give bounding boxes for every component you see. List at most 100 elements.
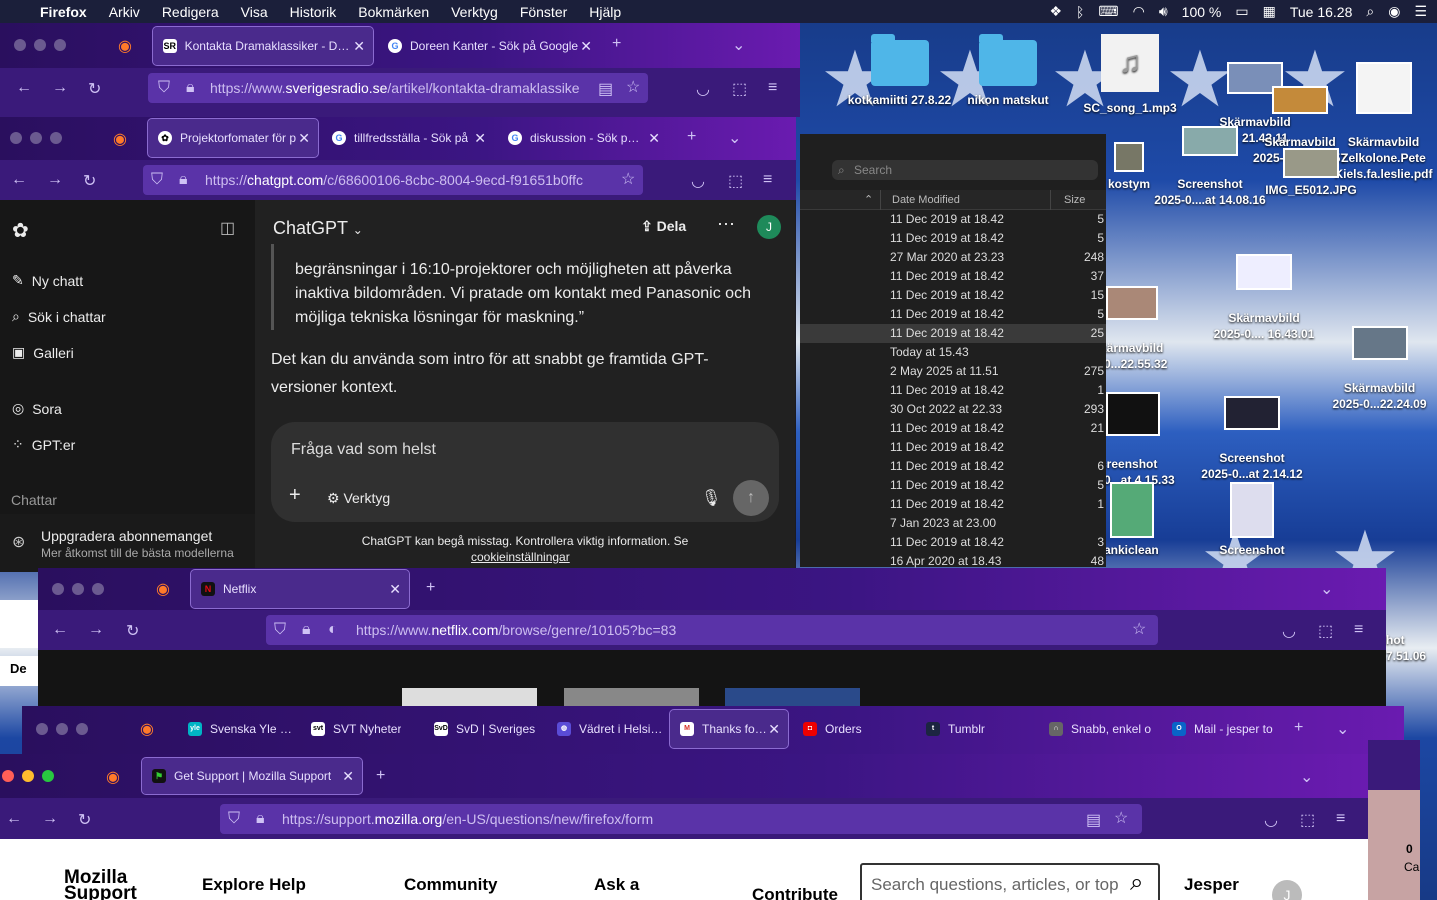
tab-item[interactable]: svt SVT Nyheter [301, 710, 419, 748]
model-selector[interactable]: ChatGPT ⌄ [273, 218, 363, 239]
reload-icon[interactable]: ↻ [78, 810, 91, 830]
permissions-icon[interactable]: ◐ [328, 621, 338, 639]
sidebar-sora[interactable]: ◎ Sora [12, 400, 62, 417]
finder-row[interactable]: 11 Dec 2019 at 18.42 6 [800, 457, 1106, 476]
extensions-icon[interactable]: ⬚ [728, 171, 743, 191]
desktop-icon-screenshot[interactable]: Skärmavbild 2025-0.... 16.43.01 [1204, 238, 1324, 358]
finder-row[interactable]: 30 Oct 2022 at 22.33 293 [800, 400, 1106, 419]
tab-mozilla-support[interactable]: ⚑ Get Support | Mozilla Support ✕ [141, 757, 363, 795]
desktop-icon-folder[interactable]: kotkamiitti 27.8.22 [842, 34, 957, 108]
user-name[interactable]: Jesper [1184, 875, 1239, 895]
back-icon[interactable]: ← [11, 171, 27, 189]
desktop-icon-image[interactable]: ankiclean [1104, 482, 1164, 558]
pocket-icon[interactable]: ◡ [1264, 810, 1278, 830]
tab-google[interactable]: G Doreen Kanter - Sök på Google ✕ [378, 27, 600, 65]
prompt-input[interactable]: Fråga vad som helst [291, 441, 436, 459]
extensions-icon[interactable]: ⬚ [732, 79, 747, 99]
finder-row[interactable]: 11 Dec 2019 at 18.42 21 [800, 419, 1106, 438]
sort-chevron-icon[interactable]: ⌃ [864, 190, 873, 210]
menu-item-arkiv[interactable]: Arkiv [109, 4, 140, 20]
pocket-icon[interactable]: ◡ [691, 171, 705, 191]
finder-row[interactable]: 11 Dec 2019 at 18.42 15 [800, 286, 1106, 305]
column-size[interactable]: Size [1064, 190, 1085, 210]
finder-row[interactable]: 11 Dec 2019 at 18.42 37 [800, 267, 1106, 286]
minimize-window-button[interactable] [22, 770, 34, 782]
desktop-icon-screenshot[interactable]: Screenshot [1212, 482, 1292, 558]
reader-view-icon[interactable]: ▤ [598, 79, 613, 99]
lock-icon[interactable]: 🔒︎ [186, 79, 195, 97]
close-tab-icon[interactable]: ✕ [768, 721, 780, 738]
window-controls[interactable] [14, 39, 66, 51]
sidebar-toggle-icon[interactable]: ◫ [220, 218, 235, 238]
extensions-icon[interactable]: ⬚ [1318, 621, 1333, 641]
tab-google-search[interactable]: G diskussion - Sök på G ✕ [498, 119, 668, 157]
battery-percent[interactable]: 100 % [1182, 4, 1222, 20]
tab-item[interactable]: ◍ Vädret i Helsing [547, 710, 665, 748]
list-tabs-icon[interactable]: ⌄ [732, 35, 745, 55]
desktop-icon-folder[interactable]: nikon matskut [958, 34, 1058, 108]
menu-item-verktyg[interactable]: Verktyg [451, 4, 498, 20]
menu-icon[interactable]: ≡ [1354, 621, 1363, 639]
extensions-icon[interactable]: ⬚ [1300, 810, 1315, 830]
close-tab-icon[interactable]: ✕ [342, 768, 354, 785]
sidebar-new-chat[interactable]: ✎ Ny chatt [12, 272, 83, 289]
tools-button[interactable]: ⚙ Verktyg [327, 490, 390, 507]
finder-row[interactable]: Today at 15.43 [800, 343, 1106, 362]
sidebar-search-chats[interactable]: ⌕ Sök i chattar [12, 308, 106, 325]
zoom-window-button[interactable] [42, 770, 54, 782]
pocket-icon[interactable]: ◡ [1282, 621, 1296, 641]
menu-item-redigera[interactable]: Redigera [162, 4, 219, 20]
keyboard-icon[interactable]: ⌨ [1098, 3, 1118, 20]
tab-item[interactable]: SvD SvD | Sveriges [424, 710, 542, 748]
pocket-icon[interactable]: ◡ [696, 79, 710, 99]
microphone-icon[interactable]: 🎙︎ [701, 488, 721, 508]
search-icon[interactable]: ⌕ [1130, 869, 1143, 897]
menu-icon[interactable]: ≡ [1336, 810, 1345, 828]
back-icon[interactable]: ← [16, 79, 32, 97]
close-window-button[interactable] [2, 770, 14, 782]
menu-icon[interactable]: ≡ [763, 171, 772, 189]
list-tabs-icon[interactable]: ⌄ [1300, 767, 1313, 787]
reload-icon[interactable]: ↻ [83, 171, 96, 191]
tab-item[interactable]: yle Svenska Yle | N [178, 710, 296, 748]
spotlight-icon[interactable]: ⌕ [1366, 3, 1374, 20]
finder-row[interactable]: 11 Dec 2019 at 18.42 25 [800, 324, 1106, 343]
siri-icon[interactable]: ◉ [1388, 3, 1400, 20]
control-center-icon[interactable]: ☰ [1414, 3, 1427, 20]
netflix-title-card[interactable] [564, 688, 699, 708]
finder-row[interactable]: 11 Dec 2019 at 18.42 3 [800, 533, 1106, 552]
url-bar[interactable]: https://www.sverigesradio.se/artikel/kon… [148, 73, 648, 103]
tab-sverigesradio[interactable]: SR Kontakta Dramaklassiker - Dram ✕ [152, 26, 374, 66]
finder-search-field[interactable]: ⌕ Search [832, 160, 1098, 180]
firefox-view-icon[interactable]: ◉ [140, 719, 154, 739]
openai-logo-icon[interactable]: ✿ [12, 218, 29, 243]
desktop-icon-audio[interactable]: ♫ SC_song_1.mp3 [1080, 34, 1180, 116]
netflix-title-card[interactable] [725, 688, 860, 708]
close-tab-icon[interactable]: ✕ [580, 38, 592, 55]
bookmark-star-icon[interactable]: ☆ [621, 169, 635, 189]
close-tab-icon[interactable]: ✕ [298, 130, 310, 147]
finder-row[interactable]: 11 Dec 2019 at 18.42 5 [800, 305, 1106, 324]
user-avatar[interactable]: J [1272, 880, 1302, 900]
new-tab-icon[interactable]: + [426, 579, 435, 597]
mozilla-support-logo[interactable]: Mozilla Support [64, 868, 137, 900]
finder-row[interactable]: 2 May 2025 at 11.51 275 [800, 362, 1106, 381]
bookmark-star-icon[interactable]: ☆ [626, 77, 640, 97]
url-bar[interactable]: https://chatgpt.com/c/68600106-8cbc-8004… [143, 165, 643, 195]
bookmark-star-icon[interactable]: ☆ [1114, 808, 1128, 828]
finder-row[interactable]: 7 Jan 2023 at 23.00 [800, 514, 1106, 533]
lock-icon[interactable]: 🔒︎ [302, 621, 311, 639]
menu-item-fonster[interactable]: Fönster [520, 4, 567, 20]
netflix-title-card[interactable] [402, 688, 537, 708]
close-tab-icon[interactable]: ✕ [389, 581, 401, 598]
forward-icon[interactable]: → [47, 171, 63, 189]
firefox-view-icon[interactable]: ◉ [113, 129, 127, 149]
new-tab-icon[interactable]: + [612, 35, 621, 53]
send-button[interactable]: ↑ [733, 480, 769, 516]
close-tab-icon[interactable]: ✕ [474, 130, 486, 147]
support-search-input[interactable]: Search questions, articles, or top ⌕ [860, 863, 1160, 900]
firefox-view-icon[interactable]: ◉ [106, 767, 120, 787]
desktop-icon-screenshot[interactable]: Screenshot 2025-0...at 2.14.12 [1192, 380, 1312, 498]
calendar-icon[interactable]: ▦ [1263, 3, 1276, 20]
window-controls[interactable] [2, 770, 54, 782]
